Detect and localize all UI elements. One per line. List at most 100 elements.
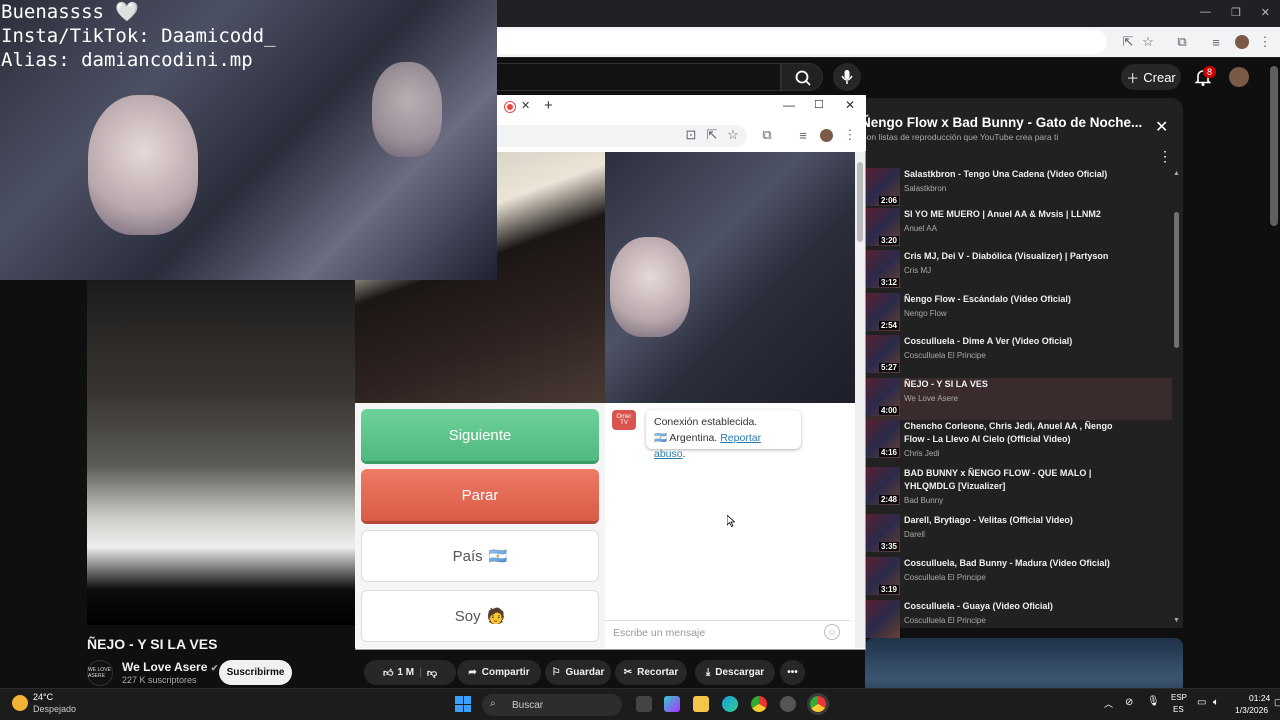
popup-profile-avatar[interactable] <box>820 129 833 142</box>
maximize-icon[interactable]: ❐ <box>1231 6 1241 22</box>
like-button[interactable]: 👍︎ 1 M <box>383 667 414 679</box>
language-indicator[interactable]: ESP <box>1171 693 1187 702</box>
stop-button[interactable]: Parar <box>361 469 599 521</box>
close-icon[interactable]: ✕ <box>1261 6 1270 22</box>
playlist-item-title[interactable]: BAD BUNNY x ÑENGO FLOW - QUE MALO | YHLQ… <box>904 467 1134 493</box>
popup-menu-icon[interactable]: ⋮ <box>844 127 857 142</box>
playlist-item-title[interactable]: Cosculluela, Bad Bunny - Madura (Video O… <box>904 557 1134 570</box>
channel-name[interactable]: We Love Asere ✔ <box>122 660 218 674</box>
browser-menu-icon[interactable]: ⋮ <box>1258 34 1272 50</box>
weather-temperature[interactable]: 24°C <box>33 692 53 702</box>
subscribe-button[interactable]: Suscribirme <box>219 660 292 685</box>
gender-button[interactable]: Soy 🧑 <box>361 590 599 642</box>
playlist-thumbnail[interactable]: 4:16 <box>865 420 900 458</box>
new-tab-icon[interactable]: + <box>544 97 553 114</box>
playlist-close-icon[interactable]: ✕ <box>1155 117 1168 137</box>
voice-search-button[interactable] <box>833 63 861 91</box>
weather-description[interactable]: Despejado <box>33 704 76 714</box>
playlist-more-icon[interactable]: ⋮ <box>1158 148 1172 165</box>
popup-media-icon[interactable]: ≡ <box>796 128 810 143</box>
display-icon[interactable]: ▭ <box>1197 697 1206 708</box>
playlist-thumbnail[interactable]: 4:00 <box>865 378 900 416</box>
profile-avatar[interactable] <box>1235 35 1249 49</box>
playlist-item[interactable]: 4:00 ÑEJO - Y SI LA VES We Love Asere <box>862 378 1172 420</box>
playlist-item[interactable]: 2:54 Ñengo Flow - Escándalo (Video Oficia… <box>865 293 1170 335</box>
playlist-item[interactable]: 5:27 Cosculluela - Dime A Ver (Video Ofic… <box>865 335 1170 377</box>
playlist-item-title[interactable]: Cosculluela - Guaya (Video Oficial) <box>904 600 1134 613</box>
playlist-thumbnail[interactable]: 5:27 <box>865 335 900 373</box>
playlist-item[interactable]: Cosculluela - Guaya (Video Oficial) Coscu… <box>865 600 1170 642</box>
tray-chevron-icon[interactable]: ︿ <box>1104 697 1113 710</box>
popup-maximize-icon[interactable]: ☐ <box>814 98 824 111</box>
volume-icon[interactable]: 🔈︎ <box>1213 697 1219 708</box>
playlist-thumbnail[interactable]: 3:35 <box>865 514 900 552</box>
search-button[interactable] <box>781 63 823 91</box>
moon-weather-icon[interactable] <box>12 695 28 711</box>
playlist-thumbnail[interactable] <box>865 600 900 638</box>
playlist-item[interactable]: 3:20 SI YO ME MUERO | Anuel AA & Mvsis | … <box>865 208 1170 250</box>
save-button[interactable]: ⚐ Guardar <box>545 660 611 685</box>
mic-tray-icon[interactable]: 🎙︎ <box>1147 696 1160 707</box>
address-bar[interactable] <box>497 30 1107 54</box>
clock-date[interactable]: 1/3/2026 <box>1235 705 1268 715</box>
minimize-icon[interactable]: — <box>1200 6 1211 22</box>
taskbar-search[interactable]: Buscar <box>482 694 622 716</box>
chrome-active-icon[interactable] <box>810 696 826 712</box>
more-actions-button[interactable]: ••• <box>780 660 805 685</box>
dislike-button[interactable]: 👎︎ <box>427 667 437 679</box>
youtube-account-avatar[interactable] <box>1229 67 1249 87</box>
page-scrollbar[interactable] <box>1270 66 1278 226</box>
playlist-title[interactable]: Ñengo Flow x Bad Bunny - Gato de Noche..… <box>861 115 1142 130</box>
create-button[interactable]: ＋ Crear <box>1121 64 1181 90</box>
install-icon[interactable]: ⇱ <box>705 127 719 142</box>
playlist-item-title[interactable]: SI YO ME MUERO | Anuel AA & Mvsis | LLNM… <box>904 208 1134 221</box>
playlist-item-title[interactable]: Chencho Corleone, Chris Jedi, Anuel AA ,… <box>904 420 1134 446</box>
playlist-scrollbar[interactable] <box>1174 212 1179 348</box>
popup-minimize-icon[interactable]: — <box>783 98 795 112</box>
bookmark-star-icon[interactable]: ☆ <box>1140 34 1156 50</box>
playlist-thumbnail[interactable]: 3:19 <box>865 557 900 595</box>
file-explorer-icon[interactable] <box>693 696 709 712</box>
playlist-item[interactable]: 3:19 Cosculluela, Bad Bunny - Madura (Vid… <box>865 557 1170 599</box>
chrome-icon[interactable] <box>751 696 767 712</box>
playlist-item[interactable]: 4:16 Chencho Corleone, Chris Jedi, Anuel … <box>865 420 1170 462</box>
playlist-thumbnail[interactable]: 2:54 <box>865 293 900 331</box>
download-button[interactable]: ⤓ Descargar <box>695 660 775 685</box>
emoji-picker-icon[interactable]: ☺ <box>824 624 840 640</box>
task-view-icon[interactable] <box>636 696 652 712</box>
popup-close-icon[interactable]: ✕ <box>845 98 855 112</box>
tab-close-icon[interactable]: ✕ <box>521 99 530 112</box>
extensions-icon[interactable]: ⧉ <box>1174 34 1190 50</box>
playlist-item-title[interactable]: Salastkbron - Tengo Una Cadena (Video Of… <box>904 168 1134 181</box>
star-icon[interactable]: ☆ <box>726 127 740 142</box>
playlist-thumbnail[interactable]: 3:12 <box>865 250 900 288</box>
playlist-item-title[interactable]: Cosculluela - Dime A Ver (Video Oficial) <box>904 335 1134 348</box>
notification-center-icon[interactable]: ▢ <box>1274 697 1280 708</box>
install-app-icon[interactable]: ⇱ <box>1120 34 1136 50</box>
playlist-item[interactable]: 2:06 Salastkbron - Tengo Una Cadena (Vide… <box>865 168 1170 210</box>
message-input[interactable]: Escribe un mensaje <box>605 620 850 644</box>
keyboard-layout[interactable]: ES <box>1173 705 1184 714</box>
search-input[interactable] <box>497 63 781 91</box>
share-button[interactable]: ➦ Compartir <box>457 660 541 685</box>
playlist-item-title[interactable]: Cris MJ, Dei V - Diabólica (Visualizer) … <box>904 250 1134 263</box>
playlist-item-title[interactable]: ÑEJO - Y SI LA VES <box>904 378 1134 391</box>
network-off-icon[interactable]: ⊘ <box>1125 697 1133 708</box>
playlist-item-title[interactable]: Darell, Brytiago - Velitas (Official Vid… <box>904 514 1134 527</box>
popup-scrollbar[interactable] <box>855 152 865 648</box>
playlist-thumbnail[interactable]: 2:48 <box>865 467 900 505</box>
translate-icon[interactable]: ⊡ <box>684 127 698 142</box>
scroll-down-icon[interactable]: ▼ <box>1173 617 1180 624</box>
next-button[interactable]: Siguiente <box>361 409 599 461</box>
playlist-item[interactable]: 2:48 BAD BUNNY x ÑENGO FLOW - QUE MALO | … <box>865 467 1170 509</box>
playlist-item[interactable]: 3:12 Cris MJ, Dei V - Diabólica (Visualiz… <box>865 250 1170 292</box>
windows-start-icon[interactable] <box>455 696 471 712</box>
playlist-thumbnail[interactable]: 2:06 <box>865 168 900 206</box>
clock-time[interactable]: 01:24 <box>1249 693 1270 703</box>
popup-extensions-icon[interactable]: ⧉ <box>760 127 774 142</box>
edge-icon[interactable] <box>722 696 738 712</box>
media-control-icon[interactable]: ≡ <box>1208 34 1224 50</box>
channel-avatar[interactable]: WE LOVE ASERE <box>87 660 113 686</box>
video-player[interactable] <box>87 270 355 625</box>
country-button[interactable]: País 🇦🇷 <box>361 530 599 582</box>
